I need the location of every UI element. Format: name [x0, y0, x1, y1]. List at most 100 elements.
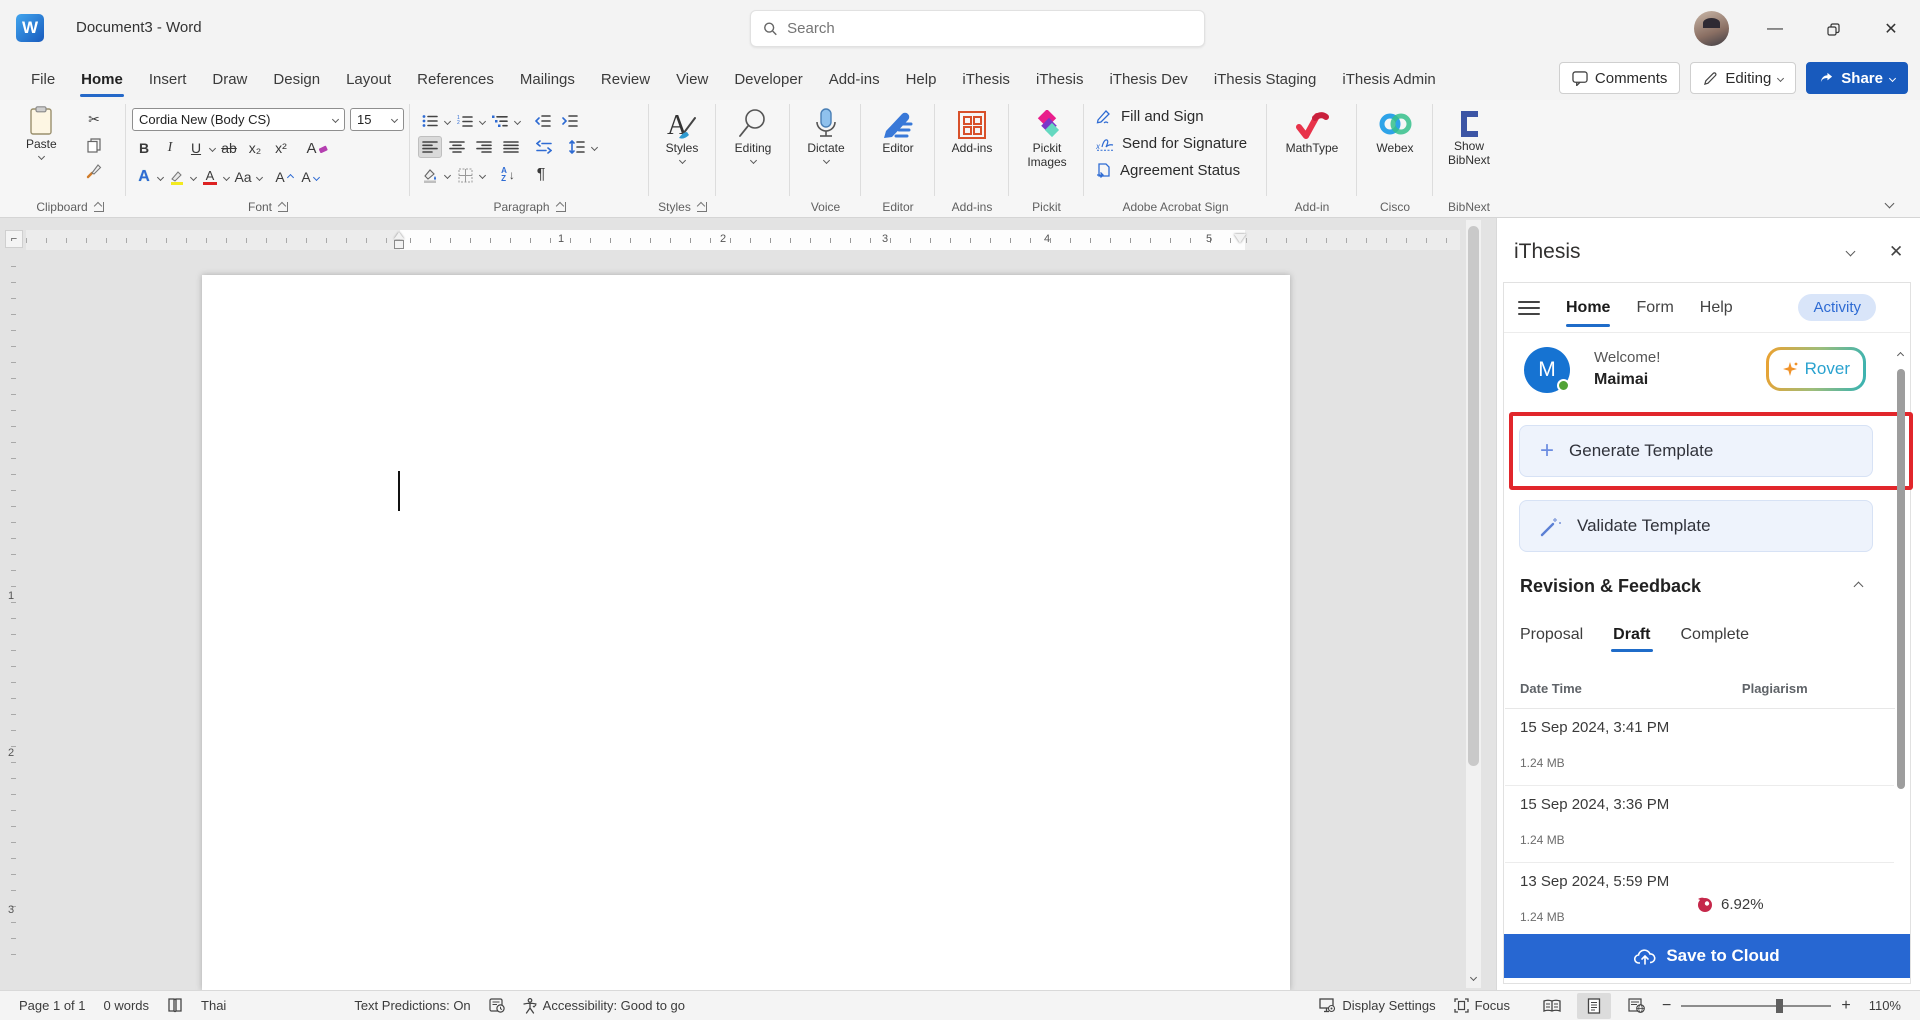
tab-references[interactable]: References: [404, 58, 507, 100]
read-mode-button[interactable]: [1535, 993, 1569, 1019]
clear-formatting-button[interactable]: A: [305, 137, 329, 159]
italic-button[interactable]: I: [158, 137, 182, 159]
comments-button[interactable]: Comments: [1558, 62, 1681, 94]
tab-proposal[interactable]: Proposal: [1520, 626, 1583, 652]
tab-stop-selector[interactable]: ⌐: [5, 230, 23, 248]
pickit-images-button[interactable]: Pickit Images: [1017, 110, 1077, 170]
generate-template-button[interactable]: + Generate Template: [1519, 425, 1873, 477]
zoom-in-button[interactable]: +: [1841, 991, 1859, 1020]
first-line-indent-marker[interactable]: [394, 232, 404, 239]
dictate-button[interactable]: Dictate: [799, 108, 853, 164]
grow-font-button[interactable]: A: [272, 166, 296, 188]
tab-mailings[interactable]: Mailings: [507, 58, 588, 100]
subscript-button[interactable]: x₂: [243, 137, 267, 159]
underline-button[interactable]: U: [184, 137, 208, 159]
tab-draw[interactable]: Draw: [199, 58, 260, 100]
text-predictions[interactable]: Text Predictions: On: [345, 991, 479, 1020]
font-color-button[interactable]: A: [198, 166, 222, 188]
scroll-down-arrow[interactable]: [1466, 968, 1481, 986]
accessibility-status[interactable]: Accessibility: Good to go: [514, 991, 694, 1020]
zoom-slider-thumb[interactable]: [1775, 998, 1783, 1013]
web-layout-button[interactable]: [1619, 993, 1653, 1019]
align-center-button[interactable]: [445, 136, 469, 158]
account-avatar[interactable]: [1694, 11, 1729, 46]
tab-developer[interactable]: Developer: [721, 58, 815, 100]
underline-options-chevron[interactable]: [208, 144, 217, 152]
bullets-chevron[interactable]: [443, 117, 452, 125]
mathtype-button[interactable]: MathType: [1277, 110, 1347, 156]
editing-button[interactable]: Editing: [726, 108, 780, 164]
tab-review[interactable]: Review: [588, 58, 663, 100]
proofing-status[interactable]: [158, 991, 192, 1020]
clipboard-dialog-launcher[interactable]: [93, 202, 104, 212]
paste-button[interactable]: Paste: [26, 106, 57, 160]
superscript-button[interactable]: x²: [269, 137, 293, 159]
tab-add-ins[interactable]: Add-ins: [816, 58, 893, 100]
show-bibnext-button[interactable]: Show BibNext: [1439, 110, 1499, 168]
restore-button[interactable]: [1804, 0, 1862, 58]
line-spacing-chevron[interactable]: [590, 143, 599, 151]
horizontal-ruler[interactable]: 1 2 3 4 5: [26, 230, 1460, 250]
sort-button[interactable]: A Z ↓: [496, 164, 520, 186]
editor-button[interactable]: Editor: [871, 110, 925, 156]
editor-stats[interactable]: [480, 991, 514, 1020]
styles-dialog-launcher[interactable]: [696, 202, 707, 212]
font-size-combo[interactable]: 15: [350, 108, 404, 131]
cut-button[interactable]: ✂: [82, 108, 106, 130]
tab-complete[interactable]: Complete: [1681, 626, 1749, 652]
scrollbar-thumb[interactable]: [1468, 226, 1479, 766]
history-row[interactable]: 15 Sep 2024, 3:36 PM 1.24 MB: [1505, 796, 1894, 863]
styles-button[interactable]: A Styles: [657, 108, 707, 164]
bold-button[interactable]: B: [132, 137, 156, 159]
multilevel-list-button[interactable]: [488, 110, 512, 132]
word-count[interactable]: 0 words: [95, 991, 159, 1020]
shading-chevron[interactable]: [443, 171, 452, 179]
tab-ithesis-2[interactable]: iThesis: [1023, 58, 1097, 100]
section-collapse-chevron[interactable]: [1853, 581, 1864, 592]
font-name-combo[interactable]: Cordia New (Body CS): [132, 108, 345, 131]
addins-button[interactable]: Add-ins: [945, 110, 999, 156]
change-case-button[interactable]: Aa: [231, 166, 255, 188]
text-effects-chevron[interactable]: [156, 173, 165, 181]
scroll-up-arrow[interactable]: [1896, 351, 1905, 360]
panel-collapse-chevron[interactable]: [1845, 246, 1856, 257]
document-scrollbar[interactable]: [1466, 220, 1481, 988]
tab-insert[interactable]: Insert: [136, 58, 200, 100]
show-paragraph-marks-button[interactable]: ¶: [529, 164, 553, 186]
highlight-button[interactable]: [165, 166, 189, 188]
document-page[interactable]: [202, 275, 1290, 990]
font-dialog-launcher[interactable]: [278, 202, 288, 212]
agreement-status-button[interactable]: Agreement Status: [1096, 162, 1240, 179]
panel-tab-home[interactable]: Home: [1566, 283, 1611, 333]
search-input[interactable]: [787, 20, 1192, 37]
scrollbar-thumb[interactable]: [1897, 369, 1905, 789]
font-color-chevron[interactable]: [222, 173, 231, 181]
panel-tab-help[interactable]: Help: [1700, 283, 1733, 333]
rover-button[interactable]: Rover: [1766, 347, 1866, 391]
webex-button[interactable]: Webex: [1367, 110, 1423, 156]
share-button[interactable]: Share: [1806, 62, 1908, 94]
language-indicator[interactable]: Thai: [192, 991, 235, 1020]
panel-scrollbar[interactable]: [1895, 349, 1907, 979]
numbering-button[interactable]: 12: [453, 110, 477, 132]
format-painter-button[interactable]: [82, 160, 106, 182]
strikethrough-button[interactable]: ab: [217, 137, 241, 159]
menu-icon[interactable]: [1518, 300, 1540, 315]
tab-design[interactable]: Design: [260, 58, 333, 100]
minimize-button[interactable]: —: [1746, 0, 1804, 58]
shading-button[interactable]: [418, 164, 442, 186]
copy-button[interactable]: [82, 134, 106, 156]
fill-and-sign-button[interactable]: Fill and Sign: [1096, 108, 1204, 125]
vertical-ruler[interactable]: 1 2 3: [4, 266, 22, 966]
editing-mode-button[interactable]: Editing: [1690, 62, 1797, 94]
validate-template-button[interactable]: Validate Template: [1519, 500, 1873, 552]
panel-tab-form[interactable]: Form: [1636, 283, 1673, 333]
zoom-slider[interactable]: [1681, 998, 1832, 1013]
bullets-button[interactable]: [418, 110, 442, 132]
borders-chevron[interactable]: [478, 171, 487, 179]
close-button[interactable]: ✕: [1862, 0, 1920, 58]
print-layout-button[interactable]: [1577, 992, 1612, 1019]
text-effects-button[interactable]: A: [132, 166, 156, 188]
right-indent-marker[interactable]: [1234, 234, 1246, 243]
change-case-chevron[interactable]: [255, 173, 264, 181]
